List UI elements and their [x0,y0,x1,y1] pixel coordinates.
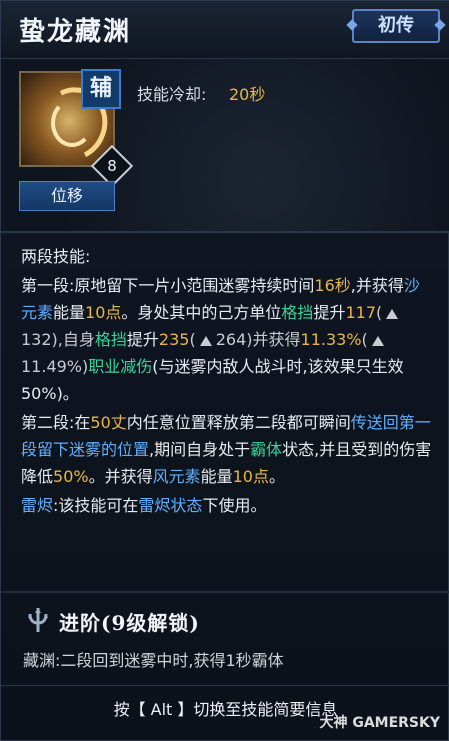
advanced-title: 进阶(9级解锁) [59,611,200,635]
tier-badge: 初传 [352,9,440,43]
arrow-up-icon [371,336,384,346]
cooldown-value: 20秒 [229,85,266,104]
intro-text: 两段技能: [21,247,91,266]
segment-2: 第二段:在50丈内任意位置释放第二段都可瞬间传送回第一段留下迷雾的位置,期间自身… [21,409,435,490]
seg2-text-f: 能量 [200,467,233,486]
seg1-percent-b: 11.49% [21,357,83,376]
seg1-text-b: ,并获得 [350,276,404,295]
seg2-text-g: 。 [269,467,286,486]
seg1-value-2b: 264 [215,330,247,349]
thunder-state: 雷烬状态 [138,496,203,515]
arrow-up-icon [199,336,212,346]
seg2-text-e: 。并获得 [88,467,153,486]
seg1-text-c: 能量 [53,303,86,322]
support-tag: 辅 [81,69,121,109]
trident-icon [28,608,48,632]
segment-1: 第一段:原地留下一片小范围迷雾持续时间16秒,并获得沙元素能量10点。身处其中的… [21,272,435,407]
seg1-value-1b: 132 [21,330,52,349]
thunder-label: 雷烬 [21,496,54,515]
seg1-block-2: 格挡 [94,330,127,349]
seg2-distance: 50丈 [90,413,127,432]
seg1-block: 格挡 [281,303,314,322]
seg2-percent: 50% [53,467,89,486]
cooldown-label: 技能冷却: [137,85,207,104]
footer-divider [1,685,449,686]
arrow-up-icon [386,309,399,319]
seg1-text-d: 。身处其中的己方单位 [121,303,282,322]
level-number: 8 [107,157,117,175]
seg1-percent: 11.33% [300,330,362,349]
seg1-text-e: 提升 [313,303,346,322]
move-button[interactable]: 位移 [19,181,115,211]
skill-title: 蛰龙藏渊 [19,17,132,47]
seg1-paren-2-close: )并获得 [246,330,301,349]
seg1-duration: 16秒 [314,276,351,295]
skill-description: 两段技能: 第一段:原地留下一片小范围迷雾持续时间16秒,并获得沙元素能量10点… [21,243,435,519]
title-bar: 蛰龙藏渊 初传 [1,1,449,59]
seg2-points: 10点 [232,467,269,486]
thunder-line: 雷烬:该技能可在雷烬状态下使用。 [21,492,435,519]
seg1-points: 10点 [85,303,122,322]
seg1-value-2: 235 [158,330,190,349]
thunder-text-c: 下使用。 [202,496,267,515]
seg2-text-c: ,期间自身处于 [149,440,251,459]
intro: 两段技能: [21,243,435,270]
seg1-job-reduction: 职业减伤 [88,357,153,376]
seg1-paren-1-close: ),自身 [51,330,95,349]
seg1-paren-1-open: ( [376,303,383,322]
thunder-text-b: :该技能可在 [53,496,139,515]
seg1-value-1: 117 [345,303,376,322]
skill-header: 辅 8 位移 技能冷却: 20秒 [1,59,449,231]
watermark: 大神 GAMERSKY [319,715,440,731]
seg1-text-f: 提升 [126,330,159,349]
seg1-paren-3-open: ( [361,330,368,349]
seg2-text-b: 内任意位置释放第二段都可瞬间 [126,413,351,432]
skill-tooltip: 蛰龙藏渊 初传 辅 8 位移 技能冷却: 20秒 两段技能: 第一段:原地留下一… [0,0,449,741]
seg1-paren-2-open: ( [189,330,196,349]
seg2-superarmor: 霸体 [250,440,283,459]
seg2-text-a: 第二段:在 [21,413,91,432]
advanced-text: 藏渊:二段回到迷雾中时,获得1秒霸体 [23,651,284,670]
seg2-element: 风元素 [152,467,201,486]
advanced-divider [1,591,449,593]
seg1-text-a: 第一段:原地留下一片小范围迷雾持续时间 [21,276,315,295]
section-divider [1,231,449,233]
